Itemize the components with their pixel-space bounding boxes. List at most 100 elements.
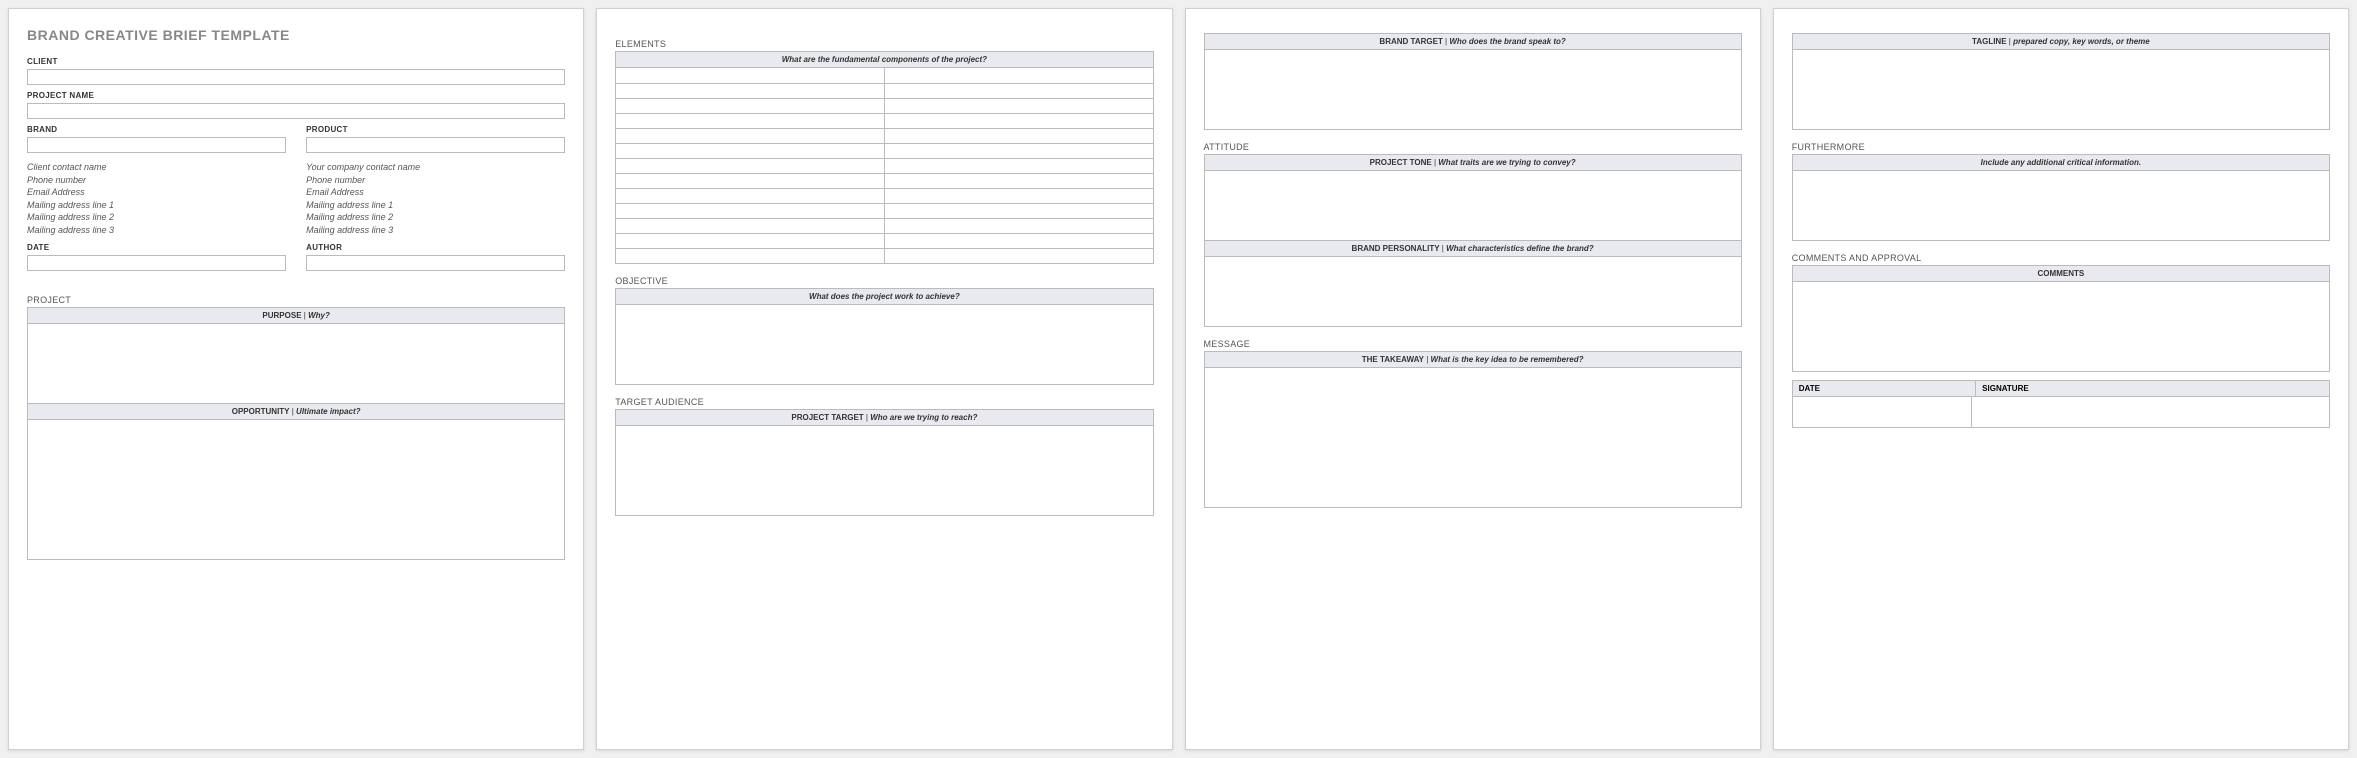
box-tagline[interactable]	[1792, 50, 2330, 130]
contact-email: Email Address	[27, 186, 286, 199]
table-cell[interactable]	[885, 68, 1153, 83]
header-elements: What are the fundamental components of t…	[615, 51, 1153, 68]
header-furthermore: Include any additional critical informat…	[1792, 154, 2330, 171]
table-cell[interactable]	[616, 114, 885, 128]
table-row	[616, 188, 1152, 203]
table-cell[interactable]	[616, 204, 885, 218]
contact-addr1: Mailing address line 1	[306, 199, 565, 212]
label-date: DATE	[27, 243, 286, 252]
input-date[interactable]	[27, 255, 286, 271]
box-takeaway[interactable]	[1204, 368, 1742, 508]
table-cell[interactable]	[616, 144, 885, 158]
label-product: PRODUCT	[306, 125, 565, 134]
header-project-tone-italic: What traits are we trying to convey?	[1438, 158, 1575, 167]
table-cell[interactable]	[616, 249, 885, 263]
company-contact-block: Your company contact name Phone number E…	[306, 161, 565, 237]
header-takeaway: THE TAKEAWAY | What is the key idea to b…	[1204, 351, 1742, 368]
header-opportunity-strong: OPPORTUNITY	[232, 407, 290, 416]
table-cell[interactable]	[885, 99, 1153, 113]
table-cell[interactable]	[885, 129, 1153, 143]
header-purpose: PURPOSE | Why?	[27, 307, 565, 324]
table-row	[616, 248, 1152, 263]
table-row	[616, 68, 1152, 83]
table-row	[616, 158, 1152, 173]
header-brand-target: BRAND TARGET | Who does the brand speak …	[1204, 33, 1742, 50]
contact-addr3: Mailing address line 3	[306, 224, 565, 237]
table-cell[interactable]	[616, 174, 885, 188]
table-row	[616, 143, 1152, 158]
section-attitude: ATTITUDE	[1204, 142, 1742, 152]
header-project-target: PROJECT TARGET | Who are we trying to re…	[615, 409, 1153, 426]
table-cell[interactable]	[885, 204, 1153, 218]
table-cell[interactable]	[616, 99, 885, 113]
header-opportunity-italic: Ultimate impact?	[296, 407, 360, 416]
header-brand-target-italic: Who does the brand speak to?	[1449, 37, 1565, 46]
box-opportunity[interactable]	[27, 420, 565, 560]
approval-head: DATE SIGNATURE	[1793, 381, 2329, 397]
contact-addr1: Mailing address line 1	[27, 199, 286, 212]
input-author[interactable]	[306, 255, 565, 271]
table-cell[interactable]	[616, 129, 885, 143]
approval-date-cell[interactable]	[1793, 397, 1972, 427]
contact-phone: Phone number	[306, 174, 565, 187]
header-brand-personality-strong: BRAND PERSONALITY	[1352, 244, 1440, 253]
header-objective-italic: What does the project work to achieve?	[809, 292, 960, 301]
label-brand: BRAND	[27, 125, 286, 134]
table-cell[interactable]	[616, 84, 885, 98]
header-purpose-italic: Why?	[308, 311, 330, 320]
table-cell[interactable]	[616, 68, 885, 83]
input-brand[interactable]	[27, 137, 286, 153]
box-furthermore[interactable]	[1792, 171, 2330, 241]
box-comments[interactable]	[1792, 282, 2330, 372]
box-objective[interactable]	[615, 305, 1153, 385]
box-purpose[interactable]	[27, 324, 565, 404]
table-cell[interactable]	[616, 189, 885, 203]
box-project-target[interactable]	[615, 426, 1153, 516]
approval-signature-label: SIGNATURE	[1976, 381, 2329, 396]
document-title: BRAND CREATIVE BRIEF TEMPLATE	[27, 27, 565, 43]
table-cell[interactable]	[885, 249, 1153, 263]
header-brand-personality-italic: What characteristics define the brand?	[1446, 244, 1594, 253]
table-cell[interactable]	[616, 234, 885, 248]
input-client[interactable]	[27, 69, 565, 85]
section-furthermore: FURTHERMORE	[1792, 142, 2330, 152]
header-furthermore-italic: Include any additional critical informat…	[1981, 158, 2141, 167]
table-cell[interactable]	[885, 234, 1153, 248]
label-project-name: PROJECT NAME	[27, 91, 565, 100]
header-tagline-strong: TAGLINE	[1972, 37, 2007, 46]
table-cell[interactable]	[885, 84, 1153, 98]
input-project-name[interactable]	[27, 103, 565, 119]
contact-addr2: Mailing address line 2	[306, 211, 565, 224]
approval-signature-cell[interactable]	[1972, 397, 2329, 427]
section-target-audience: TARGET AUDIENCE	[615, 397, 1153, 407]
elements-table	[615, 68, 1153, 264]
table-cell[interactable]	[885, 189, 1153, 203]
table-cell[interactable]	[616, 219, 885, 233]
box-brand-personality[interactable]	[1204, 257, 1742, 327]
label-author: AUTHOR	[306, 243, 565, 252]
box-project-tone[interactable]	[1204, 171, 1742, 241]
input-product[interactable]	[306, 137, 565, 153]
box-brand-target[interactable]	[1204, 50, 1742, 130]
contact-email: Email Address	[306, 186, 565, 199]
header-elements-italic: What are the fundamental components of t…	[782, 55, 987, 64]
approval-date-label: DATE	[1793, 381, 1976, 396]
table-cell[interactable]	[616, 159, 885, 173]
contact-addr3: Mailing address line 3	[27, 224, 286, 237]
section-objective: OBJECTIVE	[615, 276, 1153, 286]
table-cell[interactable]	[885, 114, 1153, 128]
page-2: ELEMENTS What are the fundamental compon…	[596, 8, 1172, 750]
header-tagline: TAGLINE | prepared copy, key words, or t…	[1792, 33, 2330, 50]
header-purpose-strong: PURPOSE	[262, 311, 301, 320]
table-row	[616, 113, 1152, 128]
table-cell[interactable]	[885, 159, 1153, 173]
table-cell[interactable]	[885, 174, 1153, 188]
section-project: PROJECT	[27, 295, 565, 305]
table-row	[616, 173, 1152, 188]
table-row	[616, 218, 1152, 233]
table-cell[interactable]	[885, 219, 1153, 233]
header-comments-strong: COMMENTS	[2038, 269, 2085, 278]
header-project-target-italic: Who are we trying to reach?	[870, 413, 977, 422]
table-cell[interactable]	[885, 144, 1153, 158]
section-elements: ELEMENTS	[615, 39, 1153, 49]
